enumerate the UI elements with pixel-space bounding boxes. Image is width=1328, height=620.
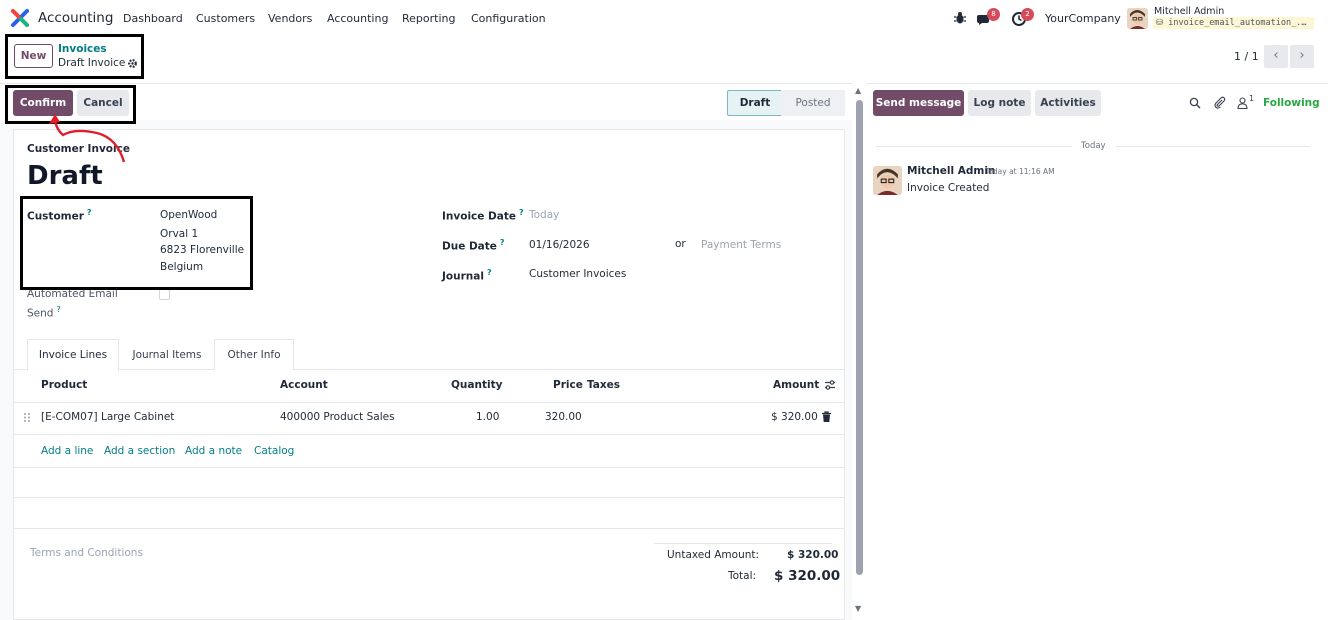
or-label: or bbox=[675, 238, 686, 250]
optional-columns-sliders-icon[interactable] bbox=[824, 379, 836, 391]
form-scrollbar-thumb[interactable] bbox=[856, 100, 863, 575]
totals-top-divider bbox=[654, 543, 832, 544]
message-author[interactable]: Mitchell Admin bbox=[907, 165, 995, 177]
line-account[interactable]: 400000 Product Sales bbox=[280, 411, 395, 423]
date-separator-line-left bbox=[876, 146, 1072, 147]
column-account[interactable]: Account bbox=[280, 379, 328, 391]
help-icon[interactable]: ? bbox=[56, 305, 60, 314]
help-icon[interactable]: ? bbox=[519, 208, 524, 217]
payment-terms-field[interactable]: Payment Terms bbox=[701, 239, 781, 251]
message-author-avatar[interactable] bbox=[873, 166, 902, 195]
pager-value[interactable]: 1 / 1 bbox=[1234, 50, 1259, 63]
log-note-button[interactable]: Log note bbox=[968, 90, 1031, 116]
user-avatar-icon bbox=[1127, 8, 1148, 29]
chatter-top-divider bbox=[866, 83, 1328, 84]
date-separator: Today bbox=[1081, 141, 1106, 151]
debug-bug-icon[interactable] bbox=[953, 11, 967, 25]
column-amount[interactable]: Amount bbox=[773, 379, 819, 391]
tab-invoice-lines[interactable]: Invoice Lines bbox=[27, 339, 119, 371]
database-name: invoice_email_automation_... bbox=[1168, 18, 1312, 28]
table-row-divider bbox=[14, 434, 844, 435]
menu-dashboard[interactable]: Dashboard bbox=[123, 12, 183, 25]
activities-button[interactable]: Activities bbox=[1035, 90, 1101, 116]
message-body: Invoice Created bbox=[907, 182, 990, 194]
line-amount: $ 320.00 bbox=[771, 411, 818, 423]
add-note-link[interactable]: Add a note bbox=[185, 445, 242, 457]
trash-icon[interactable] bbox=[821, 411, 832, 423]
pager-next-button[interactable]: › bbox=[1290, 45, 1314, 68]
database-name-badge: ⛁ invoice_email_automation_... bbox=[1153, 17, 1314, 29]
automated-email-label-2: Send? bbox=[27, 305, 61, 320]
author-avatar-icon bbox=[873, 166, 902, 195]
send-message-button[interactable]: Send message bbox=[873, 90, 964, 116]
scroll-down-arrow-icon[interactable]: ▼ bbox=[855, 604, 861, 613]
menu-vendors[interactable]: Vendors bbox=[268, 12, 312, 25]
user-name[interactable]: Mitchell Admin bbox=[1154, 6, 1224, 17]
status-stage-posted[interactable]: Posted bbox=[781, 90, 845, 116]
database-icon: ⛁ bbox=[1156, 18, 1164, 28]
line-product[interactable]: [E-COM07] Large Cabinet bbox=[41, 411, 174, 423]
annotation-box-customer bbox=[20, 196, 253, 290]
table-divider-3 bbox=[14, 528, 844, 529]
due-date-field[interactable]: 01/16/2026 bbox=[529, 239, 590, 251]
untaxed-amount-value: $ 320.00 bbox=[787, 549, 839, 561]
line-quantity[interactable]: 1.00 bbox=[476, 411, 499, 423]
column-taxes[interactable]: Taxes bbox=[587, 379, 620, 391]
column-product[interactable]: Product bbox=[41, 379, 87, 391]
line-price[interactable]: 320.00 bbox=[545, 411, 582, 423]
tab-other-info[interactable]: Other Info bbox=[214, 339, 294, 370]
untaxed-amount-label: Untaxed Amount: bbox=[667, 549, 760, 561]
total-value: $ 320.00 bbox=[774, 568, 841, 584]
automated-email-checkbox[interactable] bbox=[159, 289, 170, 300]
annotation-box-breadcrumb bbox=[5, 34, 144, 79]
menu-customers[interactable]: Customers bbox=[196, 12, 255, 25]
pager-previous-button[interactable]: ‹ bbox=[1264, 45, 1288, 68]
tab-journal-items[interactable]: Journal Items bbox=[119, 339, 215, 370]
journal-field[interactable]: Customer Invoices bbox=[529, 268, 626, 280]
scroll-up-arrow-icon[interactable]: ▲ bbox=[855, 86, 861, 95]
add-line-link[interactable]: Add a line bbox=[41, 445, 93, 457]
menu-configuration[interactable]: Configuration bbox=[471, 12, 546, 25]
messages-badge: 8 bbox=[987, 8, 1000, 21]
menu-reporting[interactable]: Reporting bbox=[402, 12, 455, 25]
activities-badge: 2 bbox=[1021, 8, 1034, 21]
paperclip-icon[interactable] bbox=[1213, 96, 1226, 109]
followers-person-icon[interactable] bbox=[1237, 97, 1248, 109]
table-divider-2 bbox=[14, 497, 844, 498]
help-icon[interactable]: ? bbox=[487, 268, 492, 277]
help-icon[interactable]: ? bbox=[500, 238, 505, 247]
total-label: Total: bbox=[728, 570, 757, 582]
message-time: Today at 11:16 AM bbox=[985, 167, 1055, 176]
followers-count: 1 bbox=[1249, 94, 1255, 103]
company-switcher[interactable]: YourCompany bbox=[1045, 12, 1121, 25]
chevron-right-icon: › bbox=[1299, 48, 1305, 63]
chevron-left-icon: ‹ bbox=[1273, 48, 1279, 63]
following-toggle[interactable]: Following bbox=[1263, 97, 1320, 109]
search-icon[interactable] bbox=[1189, 97, 1201, 109]
app-name[interactable]: Accounting bbox=[38, 10, 113, 26]
status-stage-draft[interactable]: Draft bbox=[727, 90, 783, 116]
user-avatar[interactable] bbox=[1127, 8, 1148, 29]
invoice-date-label: Invoice Date? bbox=[442, 208, 524, 223]
due-date-label: Due Date? bbox=[442, 238, 505, 253]
table-divider-1 bbox=[14, 467, 844, 468]
column-quantity[interactable]: Quantity bbox=[451, 379, 502, 391]
control-panel-divider bbox=[0, 83, 852, 84]
journal-label: Journal? bbox=[442, 268, 492, 283]
catalog-link[interactable]: Catalog bbox=[254, 445, 294, 457]
app-logo-icon[interactable] bbox=[11, 9, 29, 27]
annotation-arrow-icon bbox=[49, 114, 126, 163]
invoice-date-field[interactable]: Today bbox=[529, 209, 559, 221]
menu-accounting[interactable]: Accounting bbox=[327, 12, 388, 25]
top-navbar: Accounting Dashboard Customers Vendors A… bbox=[0, 0, 1328, 36]
add-section-link[interactable]: Add a section bbox=[104, 445, 175, 457]
table-header-divider bbox=[14, 402, 844, 403]
column-price[interactable]: Price bbox=[553, 379, 583, 391]
date-separator-line-right bbox=[1116, 146, 1310, 147]
terms-conditions-field[interactable]: Terms and Conditions bbox=[30, 547, 143, 559]
drag-handle-icon[interactable] bbox=[23, 412, 31, 423]
